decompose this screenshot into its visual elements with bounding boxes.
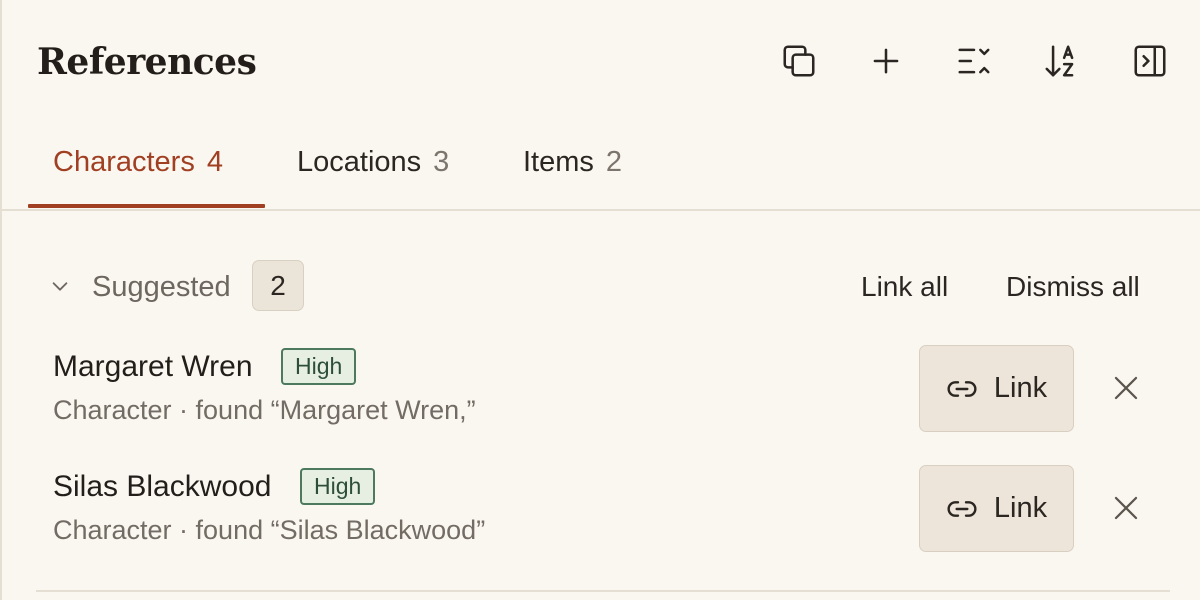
close-icon (1114, 376, 1138, 400)
copy-icon (783, 45, 815, 77)
tab-label: Characters (53, 145, 195, 178)
link-button[interactable]: Link (919, 345, 1074, 432)
sort-button[interactable] (1036, 36, 1086, 86)
tab-count: 3 (433, 145, 450, 178)
link-icon (947, 380, 977, 397)
link-icon (947, 500, 977, 517)
tab-count: 4 (206, 145, 223, 178)
active-tab-indicator (28, 204, 265, 208)
suggestion-subtitle: Character · found “Silas Blackwood” (53, 515, 486, 545)
confidence-badge: High (281, 348, 357, 385)
link-button-label: Link (993, 492, 1048, 524)
sort-az-icon (1045, 45, 1074, 77)
collapse-panel-icon (1134, 45, 1166, 77)
suggested-toggle[interactable] (46, 268, 74, 304)
chevron-down-icon (52, 282, 68, 291)
suggestion-name: Silas Blackwood (53, 470, 272, 503)
link-button-label: Link (993, 372, 1048, 404)
panel-title: References (37, 41, 257, 83)
close-icon (1114, 496, 1138, 520)
add-reference-button[interactable] (861, 36, 911, 86)
tab-count: 2 (605, 145, 623, 178)
copy-button[interactable] (774, 36, 824, 86)
suggested-count-badge: 2 (252, 260, 304, 311)
suggestion-name: Margaret Wren (53, 350, 253, 383)
dismiss-button[interactable] (1104, 486, 1148, 530)
expand-collapse-icon (958, 48, 990, 74)
plus-icon (873, 48, 899, 74)
tab-characters[interactable]: Characters 4 (53, 115, 223, 209)
link-all-button[interactable]: Link all (861, 268, 948, 306)
suggested-label: Suggested (92, 271, 231, 303)
collapse-panel-button[interactable] (1125, 36, 1175, 86)
tab-locations[interactable]: Locations 3 (297, 115, 449, 209)
suggestion-subtitle: Character · found “Margaret Wren,” (53, 395, 476, 425)
section-divider (36, 590, 1170, 592)
references-panel: References Characters 4 Locations 3 Item… (0, 0, 1200, 600)
tab-items[interactable]: Items 2 (523, 115, 622, 209)
tab-label: Items (523, 145, 594, 178)
tab-label: Locations (297, 145, 422, 178)
dismiss-button[interactable] (1104, 366, 1148, 410)
dismiss-all-button[interactable]: Dismiss all (1006, 268, 1140, 306)
expand-collapse-button[interactable] (949, 36, 999, 86)
link-button[interactable]: Link (919, 465, 1074, 552)
reference-tabs: Characters 4 Locations 3 Items 2 (2, 115, 1200, 211)
confidence-badge: High (300, 468, 376, 505)
